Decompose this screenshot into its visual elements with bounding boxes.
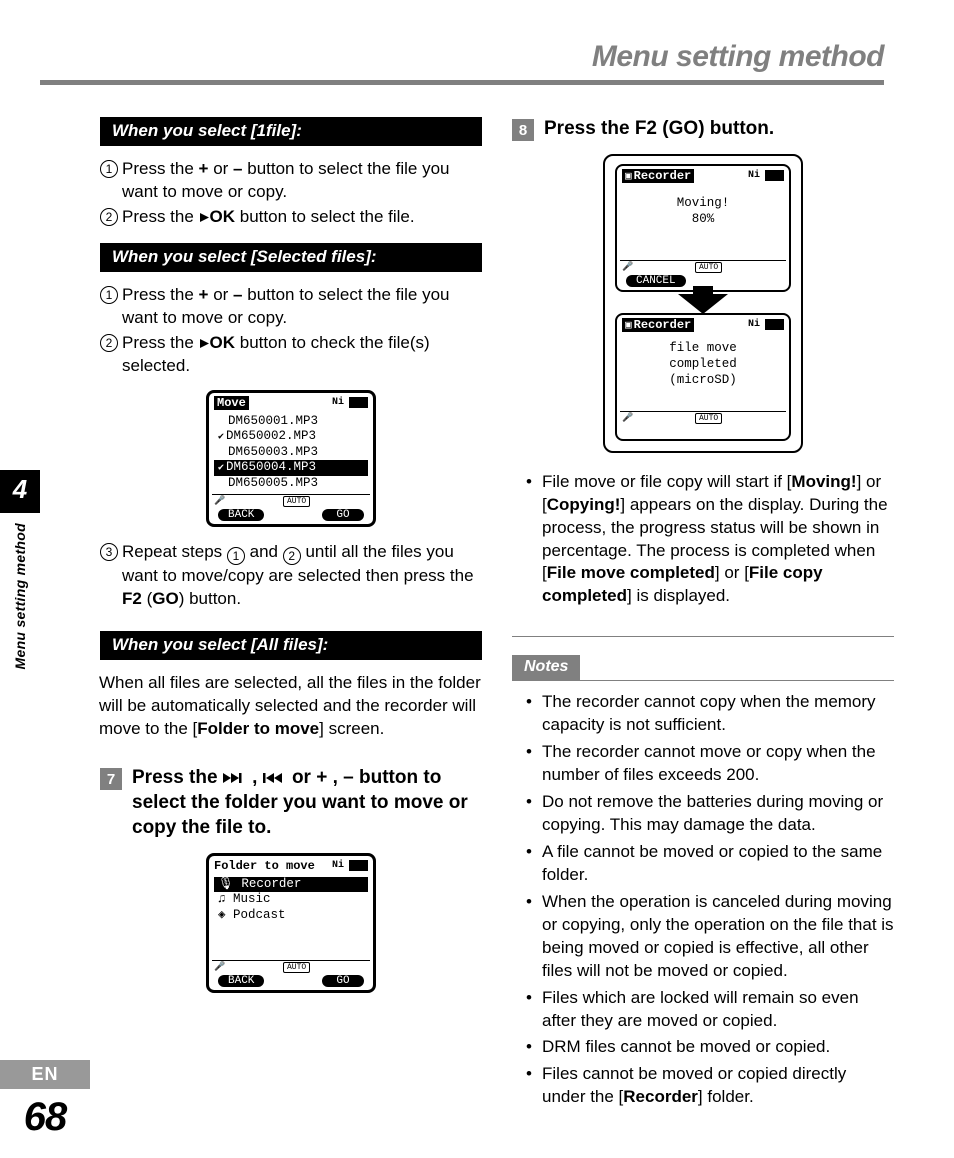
lcd-back-key: BACK: [218, 509, 264, 521]
lcd-move-screen: Move Ni DM650001.MP3 DM650002.MP3 DM6500…: [206, 390, 376, 527]
lcd-folder-row-selected: 🎙 Recorder: [214, 877, 368, 893]
page-footer: EN 68: [0, 1060, 90, 1140]
language-badge: EN: [0, 1060, 90, 1089]
step-sel-2: 2 Press the OK button to check the file(…: [100, 332, 482, 378]
lcd-progress-group: Recorder Ni Moving! 80% 🎤AUTO CANCEL: [603, 154, 803, 453]
right-column: 8 Press the F2 (GO) button. Recorder Ni …: [512, 117, 894, 1113]
progress-bullet: File move or file copy will start if [Mo…: [512, 471, 894, 609]
section-bar-selected: When you select [Selected files]:: [100, 243, 482, 272]
lcd-folder-row: ◈ Podcast: [214, 908, 368, 924]
note-item: DRM files cannot be moved or copied.: [512, 1036, 894, 1059]
lcd-done-line: completed: [620, 356, 786, 372]
step-sel-3: 3 Repeat steps 1 and 2 until all the fil…: [100, 541, 482, 611]
header-rule: [40, 80, 884, 85]
step-8-heading: Press the F2 (GO) button.: [544, 117, 774, 142]
chapter-side-label: Menu setting method: [12, 513, 28, 679]
step-7-heading: Press the , or + , – button to select th…: [132, 766, 482, 840]
battery-icon: Ni: [748, 170, 784, 181]
play-icon: [199, 332, 210, 355]
note-item: When the operation is canceled during mo…: [512, 891, 894, 983]
mic-icon: 🎤: [622, 262, 633, 272]
mic-icon: 🎤: [214, 496, 225, 506]
step-box-7: 7: [100, 768, 122, 790]
step-8: 8 Press the F2 (GO) button.: [512, 117, 894, 142]
page-header: Menu setting method: [40, 40, 894, 85]
lcd-title: Move: [214, 396, 249, 410]
note-item: Files cannot be moved or copied directly…: [512, 1063, 894, 1109]
lcd-completed-screen: Recorder Ni file move completed (microSD…: [615, 313, 791, 441]
note-item: Files which are locked will remain so ev…: [512, 987, 894, 1033]
lcd-file-row-selected: DM650004.MP3: [214, 460, 368, 476]
note-item: A file cannot be moved or copied to the …: [512, 841, 894, 887]
lcd-back-key: BACK: [218, 975, 264, 987]
lcd-go-key: GO: [322, 509, 364, 521]
section-bar-allfiles: When you select [All files]:: [100, 631, 482, 660]
mic-icon: 🎤: [622, 413, 633, 423]
battery-icon: Ni: [332, 397, 368, 408]
lcd-folder-row: ♫ Music: [214, 892, 368, 908]
page-title: Menu setting method: [40, 40, 884, 74]
lcd-done-line: (microSD): [620, 372, 786, 388]
chapter-tab: 4 Menu setting method: [0, 470, 40, 679]
step-number-1: 1: [100, 160, 118, 178]
step-1file-1: 1 Press the + or – button to select the …: [100, 158, 482, 204]
step-number-2: 2: [100, 208, 118, 226]
notes-list: The recorder cannot copy when the memory…: [512, 691, 894, 1109]
battery-icon: Ni: [332, 860, 368, 871]
mic-icon: 🎤: [214, 962, 225, 972]
page-number: 68: [0, 1095, 90, 1140]
lcd-file-row: DM650001.MP3: [214, 414, 368, 430]
lcd-done-line: file move: [620, 340, 786, 356]
lcd-folder-screen: Folder to move Ni 🎙 Recorder ♫ Music ◈ P…: [206, 853, 376, 993]
note-item: The recorder cannot move or copy when th…: [512, 741, 894, 787]
lcd-file-row: DM650003.MP3: [214, 445, 368, 461]
fast-forward-icon: [223, 766, 247, 791]
lcd-file-row: DM650002.MP3: [214, 429, 368, 445]
section-bar-1file: When you select [1file]:: [100, 117, 482, 146]
lcd-moving-percent: 80%: [620, 211, 786, 227]
step-box-8: 8: [512, 119, 534, 141]
notes-heading: Notes: [512, 655, 580, 680]
lcd-file-row: DM650005.MP3: [214, 476, 368, 492]
lcd-title: Recorder: [622, 318, 694, 332]
rewind-icon: [263, 766, 287, 791]
step-1file-2: 2 Press the OK button to select the file…: [100, 206, 482, 229]
allfiles-paragraph: When all files are selected, all the fil…: [99, 672, 482, 741]
step-sel-1: 1 Press the + or – button to select the …: [100, 284, 482, 330]
note-item: Do not remove the batteries during movin…: [512, 791, 894, 837]
chapter-number: 4: [0, 470, 40, 513]
lcd-moving-screen: Recorder Ni Moving! 80% 🎤AUTO CANCEL: [615, 164, 791, 292]
play-icon: [199, 206, 210, 229]
step-7: 7 Press the , or + , – button to select …: [100, 766, 482, 840]
lcd-moving-text: Moving!: [620, 195, 786, 211]
note-item: The recorder cannot copy when the memory…: [512, 691, 894, 737]
separator: [512, 636, 894, 637]
bullet-item: File move or file copy will start if [Mo…: [512, 471, 894, 609]
lcd-go-key: GO: [322, 975, 364, 987]
left-column: When you select [1file]: 1 Press the + o…: [40, 117, 482, 1113]
lcd-title: Recorder: [622, 169, 694, 183]
battery-icon: Ni: [748, 319, 784, 330]
lcd-title: Folder to move: [214, 859, 315, 873]
notes-heading-line: Notes: [512, 655, 894, 681]
